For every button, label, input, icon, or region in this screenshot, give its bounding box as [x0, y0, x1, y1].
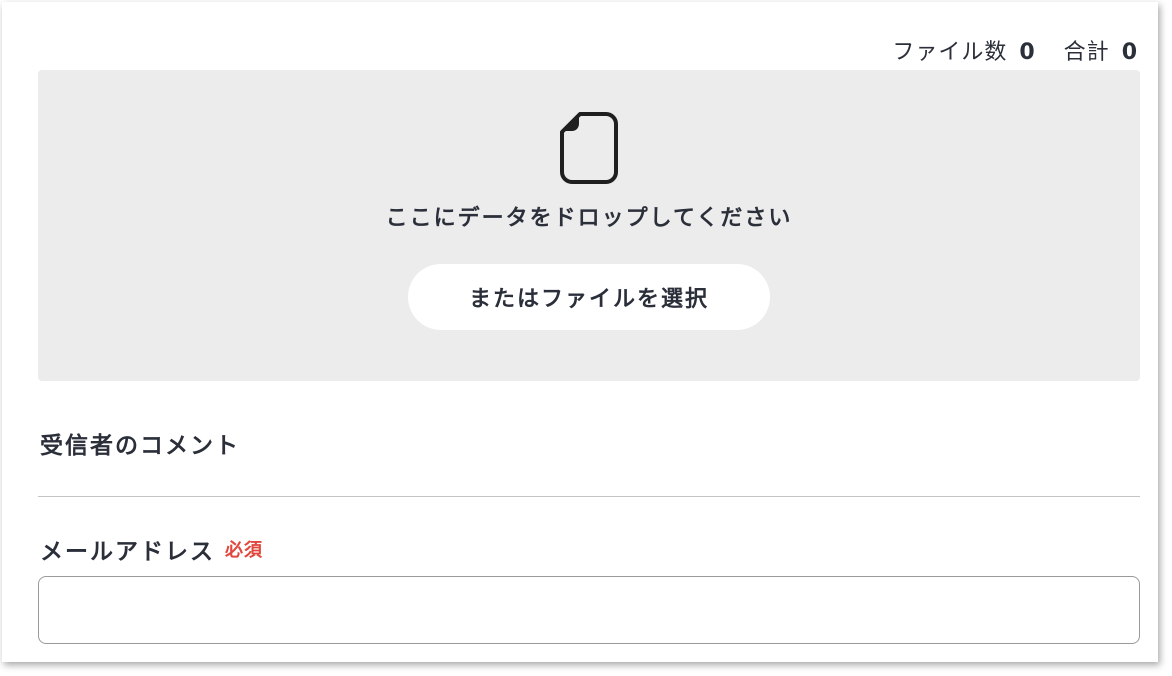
file-counts: ファイル数 0 合計 0 [892, 34, 1138, 66]
total-value: 0 [1121, 40, 1138, 65]
upload-form-card: ファイル数 0 合計 0 ここにデータをドロップしてください またはファイルを選… [2, 2, 1158, 662]
total-label: 合計 [1063, 40, 1110, 65]
recipient-comment-label: 受信者のコメント [40, 433, 240, 459]
email-label-text: メールアドレス [40, 539, 215, 565]
email-field[interactable] [38, 576, 1140, 644]
file-dropzone[interactable]: ここにデータをドロップしてください またはファイルを選択 [38, 70, 1140, 381]
select-file-button[interactable]: またはファイルを選択 [408, 264, 770, 330]
required-badge: 必須 [225, 540, 263, 561]
section-divider [38, 496, 1140, 497]
drop-instruction: ここにデータをドロップしてください [385, 206, 793, 231]
file-count-value: 0 [1019, 40, 1036, 65]
email-label: メールアドレス 必須 [40, 532, 263, 566]
file-icon [560, 112, 618, 184]
file-count-label: ファイル数 [892, 40, 1008, 65]
